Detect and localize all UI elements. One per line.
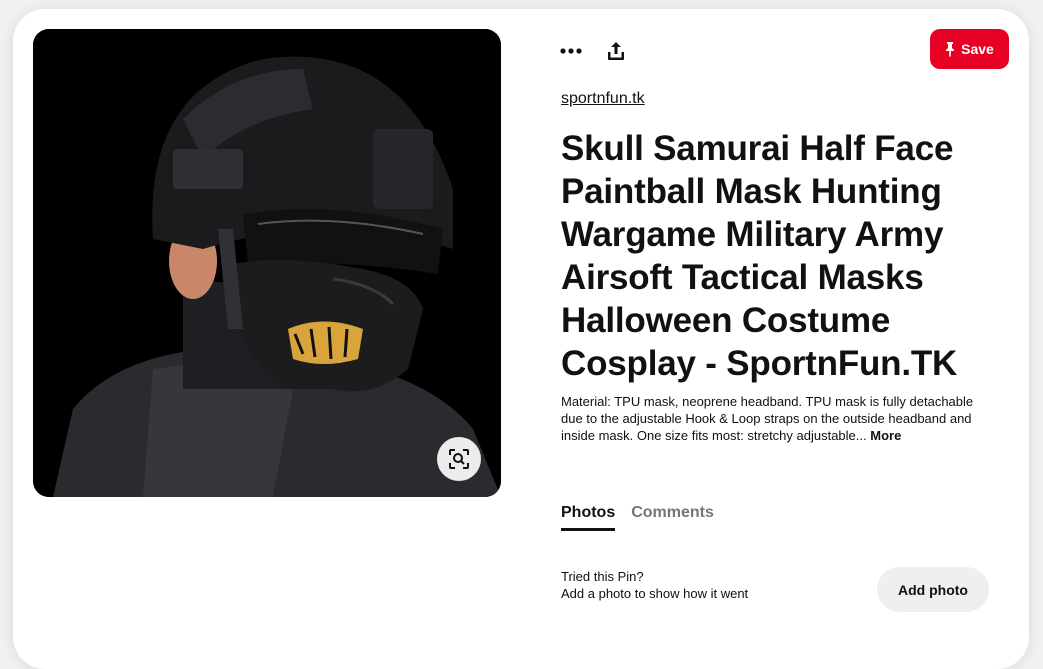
save-button[interactable]: Save [930, 29, 1009, 69]
add-photo-button[interactable]: Add photo [877, 567, 989, 612]
tried-pin-subtext: Add a photo to show how it went [561, 586, 749, 601]
tried-pin-prompt: Tried this Pin? Add a photo to show how … [561, 568, 748, 602]
save-button-label: Save [961, 41, 994, 57]
source-link[interactable]: sportnfun.tk [561, 90, 645, 108]
tactical-mask-photo [33, 29, 501, 497]
tab-photos[interactable]: Photos [561, 504, 616, 531]
tried-pin-question: Tried this Pin? [561, 569, 644, 584]
tab-comments[interactable]: Comments [631, 504, 714, 531]
share-icon [608, 42, 624, 60]
share-button[interactable] [600, 35, 632, 67]
pin-description-text: Material: TPU mask, neoprene headband. T… [561, 394, 974, 443]
ellipsis-icon [560, 48, 582, 54]
visual-search-icon [449, 449, 469, 469]
pin-title: Skull Samurai Half Face Paintball Mask H… [561, 129, 958, 383]
more-link[interactable]: More [870, 428, 901, 443]
visual-search-button[interactable] [437, 437, 481, 481]
more-options-button[interactable] [555, 35, 587, 67]
tab-bar: Photos Comments [561, 504, 714, 531]
pin-image[interactable] [33, 29, 501, 497]
pin-icon [946, 42, 955, 57]
pin-description: Material: TPU mask, neoprene headband. T… [561, 393, 991, 444]
